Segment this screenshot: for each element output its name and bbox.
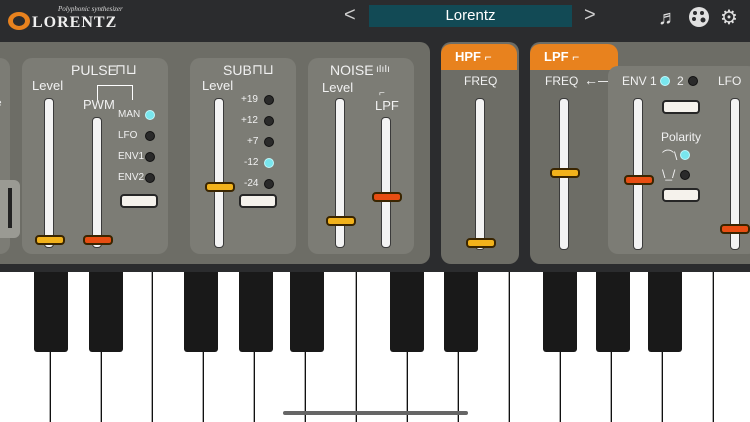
sub-level-slider-knob[interactable]: [205, 182, 235, 192]
noise-lpf-slider-knob[interactable]: [372, 192, 402, 202]
hpf-freq-label: FREQ: [464, 74, 498, 88]
lpf-env-amount-slider-track[interactable]: [633, 98, 643, 250]
black-key[interactable]: [239, 272, 273, 352]
pwm-env2-led[interactable]: [145, 173, 155, 183]
sub-octave-button[interactable]: [239, 194, 277, 208]
black-key[interactable]: [290, 272, 324, 352]
lpf-env1-led[interactable]: [660, 76, 670, 86]
sub-option-12down: -12: [244, 157, 259, 168]
polarity-negative-icon: \_/: [662, 167, 676, 181]
black-key[interactable]: [390, 272, 424, 352]
oscillator-panel: e PULSE ⊓⊔ Level PWM MAN LFO ENV1 ENV2 S…: [0, 42, 430, 264]
previous-preset-button[interactable]: <: [344, 4, 356, 27]
lpf-env-amount-slider-knob[interactable]: [624, 175, 654, 185]
piano-keyboard: [0, 272, 750, 422]
logo-tagline: Polyphonic synthesizer: [58, 5, 123, 13]
noise-wave-icon: ıIıIı: [376, 64, 390, 75]
sub-title: SUB: [223, 62, 252, 78]
sub-wave-icon: ⊓⊔: [252, 61, 274, 77]
palette-icon[interactable]: [686, 5, 712, 31]
home-indicator[interactable]: [283, 411, 468, 415]
pwm-lfo-label: LFO: [118, 130, 138, 141]
black-key[interactable]: [184, 272, 218, 352]
partial-slider[interactable]: [0, 180, 20, 238]
lpf-polarity-button[interactable]: [662, 188, 700, 202]
hpf-freq-slider-knob[interactable]: [466, 238, 496, 248]
sub-level-slider-track[interactable]: [214, 98, 224, 248]
lpf-env1-label: ENV 1: [622, 74, 657, 88]
pwm-man-label: MAN: [118, 109, 141, 120]
pulse-title: PULSE: [71, 62, 117, 78]
polarity-positive-icon: ⌒\: [662, 149, 678, 163]
sub-option-12up: +12: [241, 115, 258, 126]
next-preset-button[interactable]: >: [584, 4, 596, 27]
sub-option-7: +7: [247, 136, 259, 147]
lpf-freq-label: FREQ: [545, 74, 579, 88]
noise-title: NOISE: [330, 62, 374, 78]
app-logo: Polyphonic synthesizer LORENTZ: [8, 4, 133, 32]
lpf-tab-label: LPF: [544, 49, 569, 64]
pwm-man-led[interactable]: [145, 110, 155, 120]
noise-lpf-slider-track[interactable]: [381, 117, 391, 248]
sub-led-24[interactable]: [264, 179, 274, 189]
hpf-tab[interactable]: HPF ⌐: [441, 44, 517, 70]
lpf-env-select-button[interactable]: [662, 100, 700, 114]
lpf-curve-icon: ⌐: [572, 50, 580, 64]
noise-level-label: Level: [322, 80, 354, 95]
sub-led-19[interactable]: [264, 95, 274, 105]
lpf-lfo-slider-knob[interactable]: [720, 224, 750, 234]
black-key[interactable]: [596, 272, 630, 352]
pwm-routing-line: [97, 85, 133, 100]
black-key[interactable]: [89, 272, 123, 352]
lpf-tab[interactable]: LPF ⌐: [530, 44, 618, 70]
black-key[interactable]: [444, 272, 478, 352]
lpf-lfo-label: LFO: [718, 74, 742, 88]
lpf-freq-slider-knob[interactable]: [550, 168, 580, 178]
pwm-env1-led[interactable]: [145, 152, 155, 162]
pulse-level-label: Level: [32, 78, 64, 93]
pulse-wave-icon: ⊓⊔: [115, 61, 137, 77]
preset-name-display[interactable]: Lorentz: [369, 5, 572, 27]
sub-option-19: +19: [241, 94, 258, 105]
pulse-level-slider-knob[interactable]: [35, 235, 65, 245]
polarity-negative-led[interactable]: [680, 170, 690, 180]
partial-label: e: [0, 98, 2, 109]
logo-mark-icon: [8, 12, 30, 30]
noise-lpf-label: LPF: [375, 98, 399, 113]
lpf-env2-led[interactable]: [688, 76, 698, 86]
sub-led-12up[interactable]: [264, 116, 274, 126]
top-bar: Polyphonic synthesizer LORENTZ < Lorentz…: [0, 0, 750, 36]
sub-led-12down[interactable]: [264, 158, 274, 168]
music-notes-icon[interactable]: ♬: [655, 5, 681, 31]
sub-led-7[interactable]: [264, 137, 274, 147]
noise-level-slider-knob[interactable]: [326, 216, 356, 226]
settings-gear-icon[interactable]: ⚙: [716, 5, 742, 31]
sub-level-label: Level: [202, 78, 234, 93]
white-key[interactable]: [714, 272, 750, 422]
polarity-positive-led[interactable]: [680, 150, 690, 160]
black-key[interactable]: [648, 272, 682, 352]
logo-name: LORENTZ: [32, 14, 118, 31]
pwm-env1-label: ENV1: [118, 151, 145, 162]
pwm-slider-track[interactable]: [92, 117, 102, 248]
black-key[interactable]: [543, 272, 577, 352]
lpf-polarity-label: Polarity: [661, 130, 702, 144]
hpf-freq-slider-track[interactable]: [475, 98, 485, 250]
lpf-env2-label: 2: [677, 74, 684, 88]
black-key[interactable]: [34, 272, 68, 352]
hpf-curve-icon: ⌐: [484, 50, 492, 64]
pwm-source-button[interactable]: [120, 194, 158, 208]
pwm-lfo-led[interactable]: [145, 131, 155, 141]
pwm-slider-knob[interactable]: [83, 235, 113, 245]
hpf-tab-label: HPF: [455, 49, 481, 64]
sub-option-24: -24: [244, 178, 259, 189]
pwm-env2-label: ENV2: [118, 172, 145, 183]
pulse-level-slider-track[interactable]: [44, 98, 54, 248]
